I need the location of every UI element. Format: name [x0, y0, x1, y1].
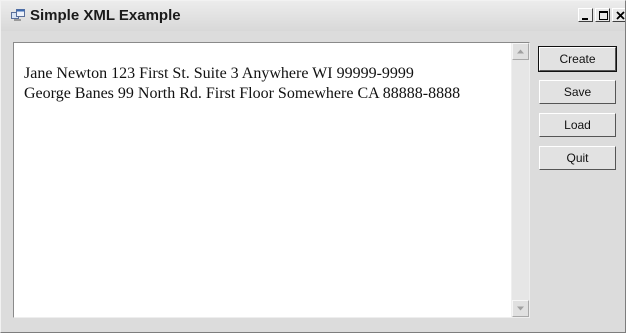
vertical-scrollbar[interactable]: [511, 43, 529, 317]
text-line: George Banes 99 North Rd. First Floor So…: [24, 85, 461, 102]
create-button[interactable]: Create: [538, 46, 617, 72]
maximize-button[interactable]: [595, 8, 610, 22]
load-button[interactable]: Load: [539, 113, 616, 137]
save-button[interactable]: Save: [539, 80, 616, 104]
minimize-icon: [582, 18, 588, 20]
address-text-area[interactable]: Jane Newton 123 First St. Suite 3 Anywhe…: [13, 42, 530, 318]
scroll-up-icon: [517, 49, 524, 54]
window-title: Simple XML Example: [30, 7, 181, 24]
maximize-icon: [599, 11, 608, 20]
close-icon: [616, 11, 625, 20]
scroll-down-icon: [517, 306, 524, 311]
quit-button[interactable]: Quit: [539, 146, 616, 170]
scroll-down-button[interactable]: [512, 300, 529, 317]
app-window: Simple XML Example Jane Newton 123 First…: [0, 0, 626, 333]
title-bar[interactable]: Simple XML Example: [1, 1, 625, 31]
minimize-button[interactable]: [578, 8, 593, 22]
app-window-icon: [11, 9, 25, 22]
scroll-up-button[interactable]: [512, 43, 529, 60]
text-content: Jane Newton 123 First St. Suite 3 Anywhe…: [24, 64, 460, 104]
close-button[interactable]: [612, 8, 625, 22]
text-line: Jane Newton 123 First St. Suite 3 Anywhe…: [24, 65, 414, 82]
